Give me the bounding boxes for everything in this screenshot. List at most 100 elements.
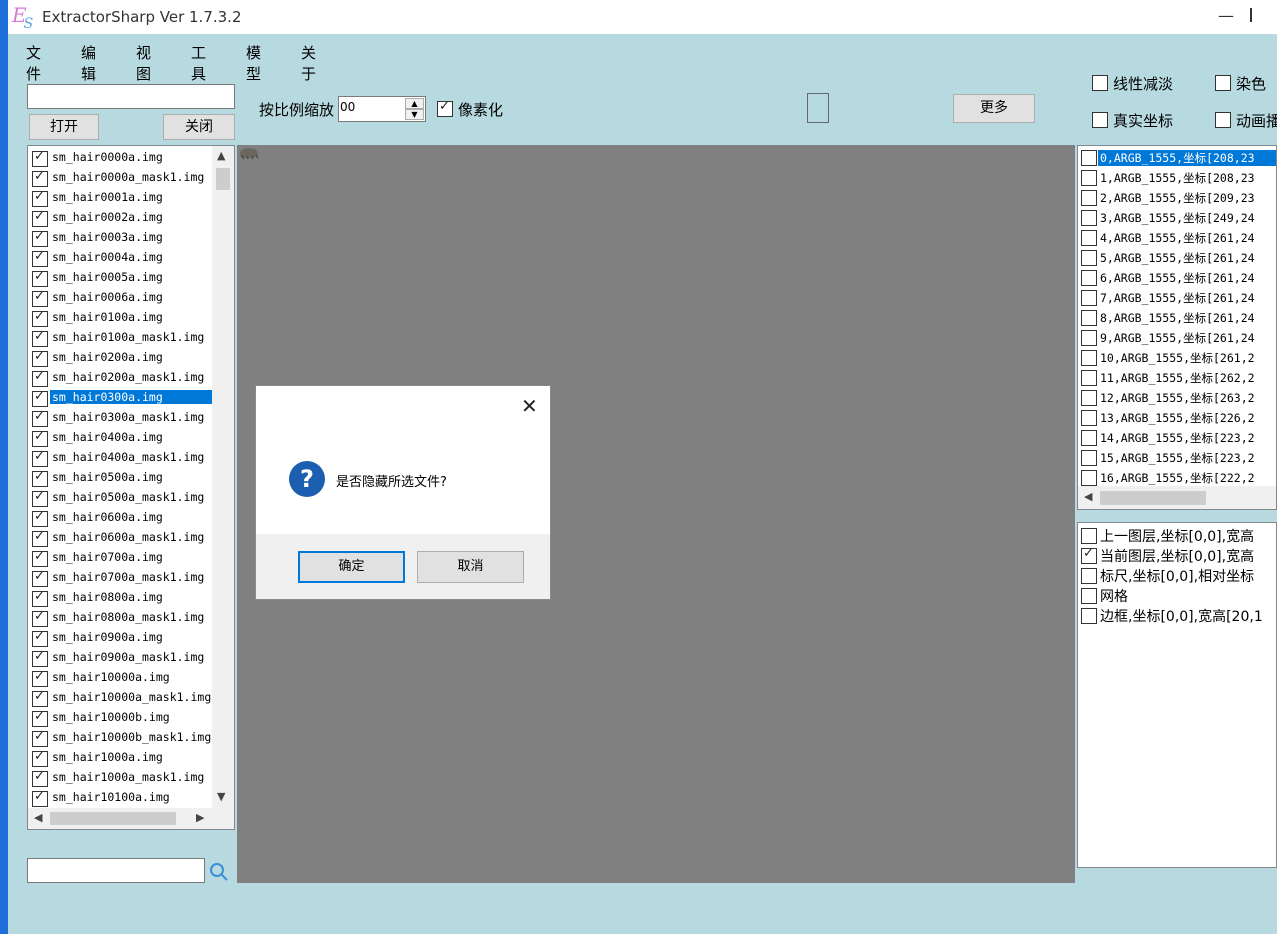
scroll-down-icon[interactable]: ▼ [217, 790, 225, 803]
file-list-item[interactable]: sm_hair1000a_mask1.img [28, 768, 212, 788]
stepper-down-icon[interactable]: ▼ [405, 109, 424, 120]
frame-list-item[interactable]: 2,ARGB_1555,坐标[209,23 [1078, 187, 1276, 207]
file-list-item[interactable]: sm_hair0900a.img [28, 628, 212, 648]
file-list-item[interactable]: sm_hair0005a.img [28, 268, 212, 288]
layer-list-item[interactable]: 当前图层,坐标[0,0],宽高 [1078, 545, 1276, 565]
file-list-item[interactable]: sm_hair0000a.img [28, 148, 212, 168]
file-checkbox[interactable] [32, 209, 48, 227]
file-checkbox[interactable] [32, 789, 48, 807]
file-list-item[interactable]: sm_hair0300a.img [28, 388, 212, 408]
file-list-item[interactable]: sm_hair0600a.img [28, 508, 212, 528]
file-checkbox[interactable] [32, 569, 48, 587]
file-list-item[interactable]: sm_hair0800a_mask1.img [28, 608, 212, 628]
layer-checkbox[interactable] [1081, 546, 1097, 564]
frame-list-hscroll-thumb[interactable] [1100, 491, 1206, 505]
frame-list-item[interactable]: 7,ARGB_1555,坐标[261,24 [1078, 287, 1276, 307]
ok-button[interactable]: 确定 [298, 551, 405, 583]
layer-list-item[interactable]: 网格 [1078, 585, 1276, 605]
minimize-button[interactable]: — [1218, 6, 1234, 25]
file-checkbox[interactable] [32, 769, 48, 787]
frame-list-item[interactable]: 9,ARGB_1555,坐标[261,24 [1078, 327, 1276, 347]
file-list-item[interactable]: sm_hair0800a.img [28, 588, 212, 608]
path-input[interactable] [27, 84, 235, 109]
frame-checkbox[interactable] [1081, 450, 1097, 466]
pixelate-checkbox[interactable] [437, 99, 453, 117]
file-checkbox[interactable] [32, 729, 48, 747]
menu-model[interactable]: 模型 [246, 42, 261, 84]
file-checkbox[interactable] [32, 449, 48, 467]
frame-list[interactable]: 0,ARGB_1555,坐标[208,23 1,ARGB_1555,坐标[208,… [1077, 145, 1277, 510]
color-swatch[interactable] [807, 93, 829, 123]
frame-list-item[interactable]: 0,ARGB_1555,坐标[208,23 [1078, 147, 1276, 167]
frame-checkbox[interactable] [1081, 190, 1097, 206]
file-checkbox[interactable] [32, 249, 48, 267]
file-list-item[interactable]: sm_hair0000a_mask1.img [28, 168, 212, 188]
file-list-vscrollbar[interactable]: ▲ ▼ [212, 146, 234, 808]
scale-value[interactable]: 00 [340, 100, 355, 114]
frame-checkbox[interactable] [1081, 350, 1097, 366]
dye-checkbox[interactable] [1215, 75, 1231, 91]
file-checkbox[interactable] [32, 349, 48, 367]
frame-list-item[interactable]: 12,ARGB_1555,坐标[263,2 [1078, 387, 1276, 407]
file-checkbox[interactable] [32, 529, 48, 547]
frame-checkbox[interactable] [1081, 410, 1097, 426]
frame-checkbox[interactable] [1081, 230, 1097, 246]
scroll-right-icon[interactable]: ▶ [196, 811, 204, 824]
file-checkbox[interactable] [32, 229, 48, 247]
maximize-button[interactable] [1250, 8, 1252, 22]
frame-checkbox[interactable] [1081, 470, 1097, 486]
close-icon[interactable]: ✕ [521, 394, 538, 418]
menu-about[interactable]: 关于 [301, 42, 316, 84]
open-button[interactable]: 打开 [29, 114, 99, 140]
animation-checkbox[interactable] [1215, 112, 1231, 128]
frame-checkbox[interactable] [1081, 290, 1097, 306]
layer-checkbox[interactable] [1081, 568, 1097, 584]
file-list-item[interactable]: sm_hair10100a.img [28, 788, 212, 808]
layer-list-item[interactable]: 标尺,坐标[0,0],相对坐标 [1078, 565, 1276, 585]
file-list-item[interactable]: sm_hair10000a.img [28, 668, 212, 688]
file-list-vscroll-thumb[interactable] [216, 168, 230, 190]
file-list-hscroll-thumb[interactable] [50, 812, 176, 825]
frame-list-item[interactable]: 11,ARGB_1555,坐标[262,2 [1078, 367, 1276, 387]
file-list-item[interactable]: sm_hair0900a_mask1.img [28, 648, 212, 668]
file-list-item[interactable]: sm_hair0500a.img [28, 468, 212, 488]
linear-fade-checkbox[interactable] [1092, 75, 1108, 91]
frame-checkbox[interactable] [1081, 250, 1097, 266]
layer-list-item[interactable]: 上一图层,坐标[0,0],宽高 [1078, 525, 1276, 545]
file-checkbox[interactable] [32, 149, 48, 167]
menu-file[interactable]: 文件 [26, 42, 41, 84]
layer-list[interactable]: 上一图层,坐标[0,0],宽高当前图层,坐标[0,0],宽高标尺,坐标[0,0]… [1077, 522, 1277, 868]
file-list-item[interactable]: sm_hair0200a_mask1.img [28, 368, 212, 388]
file-checkbox[interactable] [32, 649, 48, 667]
close-button[interactable]: 关闭 [163, 114, 235, 140]
frame-list-hscrollbar[interactable]: ◀ [1078, 486, 1276, 509]
file-checkbox[interactable] [32, 269, 48, 287]
file-checkbox[interactable] [32, 629, 48, 647]
file-checkbox[interactable] [32, 409, 48, 427]
search-icon[interactable] [209, 862, 229, 882]
file-checkbox[interactable] [32, 689, 48, 707]
file-list-item[interactable]: sm_hair0004a.img [28, 248, 212, 268]
frame-list-item[interactable]: 10,ARGB_1555,坐标[261,2 [1078, 347, 1276, 367]
real-coords-checkbox[interactable] [1092, 112, 1108, 128]
frame-checkbox[interactable] [1081, 430, 1097, 446]
frame-checkbox[interactable] [1081, 150, 1097, 166]
file-checkbox[interactable] [32, 609, 48, 627]
frame-list-item[interactable]: 5,ARGB_1555,坐标[261,24 [1078, 247, 1276, 267]
stepper-up-icon[interactable]: ▲ [405, 98, 424, 109]
frame-list-item[interactable]: 13,ARGB_1555,坐标[226,2 [1078, 407, 1276, 427]
file-checkbox[interactable] [32, 589, 48, 607]
frame-checkbox[interactable] [1081, 330, 1097, 346]
frame-checkbox[interactable] [1081, 310, 1097, 326]
file-list-item[interactable]: sm_hair0002a.img [28, 208, 212, 228]
file-list-item[interactable]: sm_hair0001a.img [28, 188, 212, 208]
file-checkbox[interactable] [32, 709, 48, 727]
frame-list-item[interactable]: 15,ARGB_1555,坐标[223,2 [1078, 447, 1276, 467]
file-list-item[interactable]: sm_hair0100a_mask1.img [28, 328, 212, 348]
file-checkbox[interactable] [32, 469, 48, 487]
file-list-item[interactable]: sm_hair0600a_mask1.img [28, 528, 212, 548]
file-list-item[interactable]: sm_hair10000b_mask1.img [28, 728, 212, 748]
file-checkbox[interactable] [32, 329, 48, 347]
scroll-left-icon[interactable]: ◀ [34, 811, 42, 824]
frame-checkbox[interactable] [1081, 370, 1097, 386]
